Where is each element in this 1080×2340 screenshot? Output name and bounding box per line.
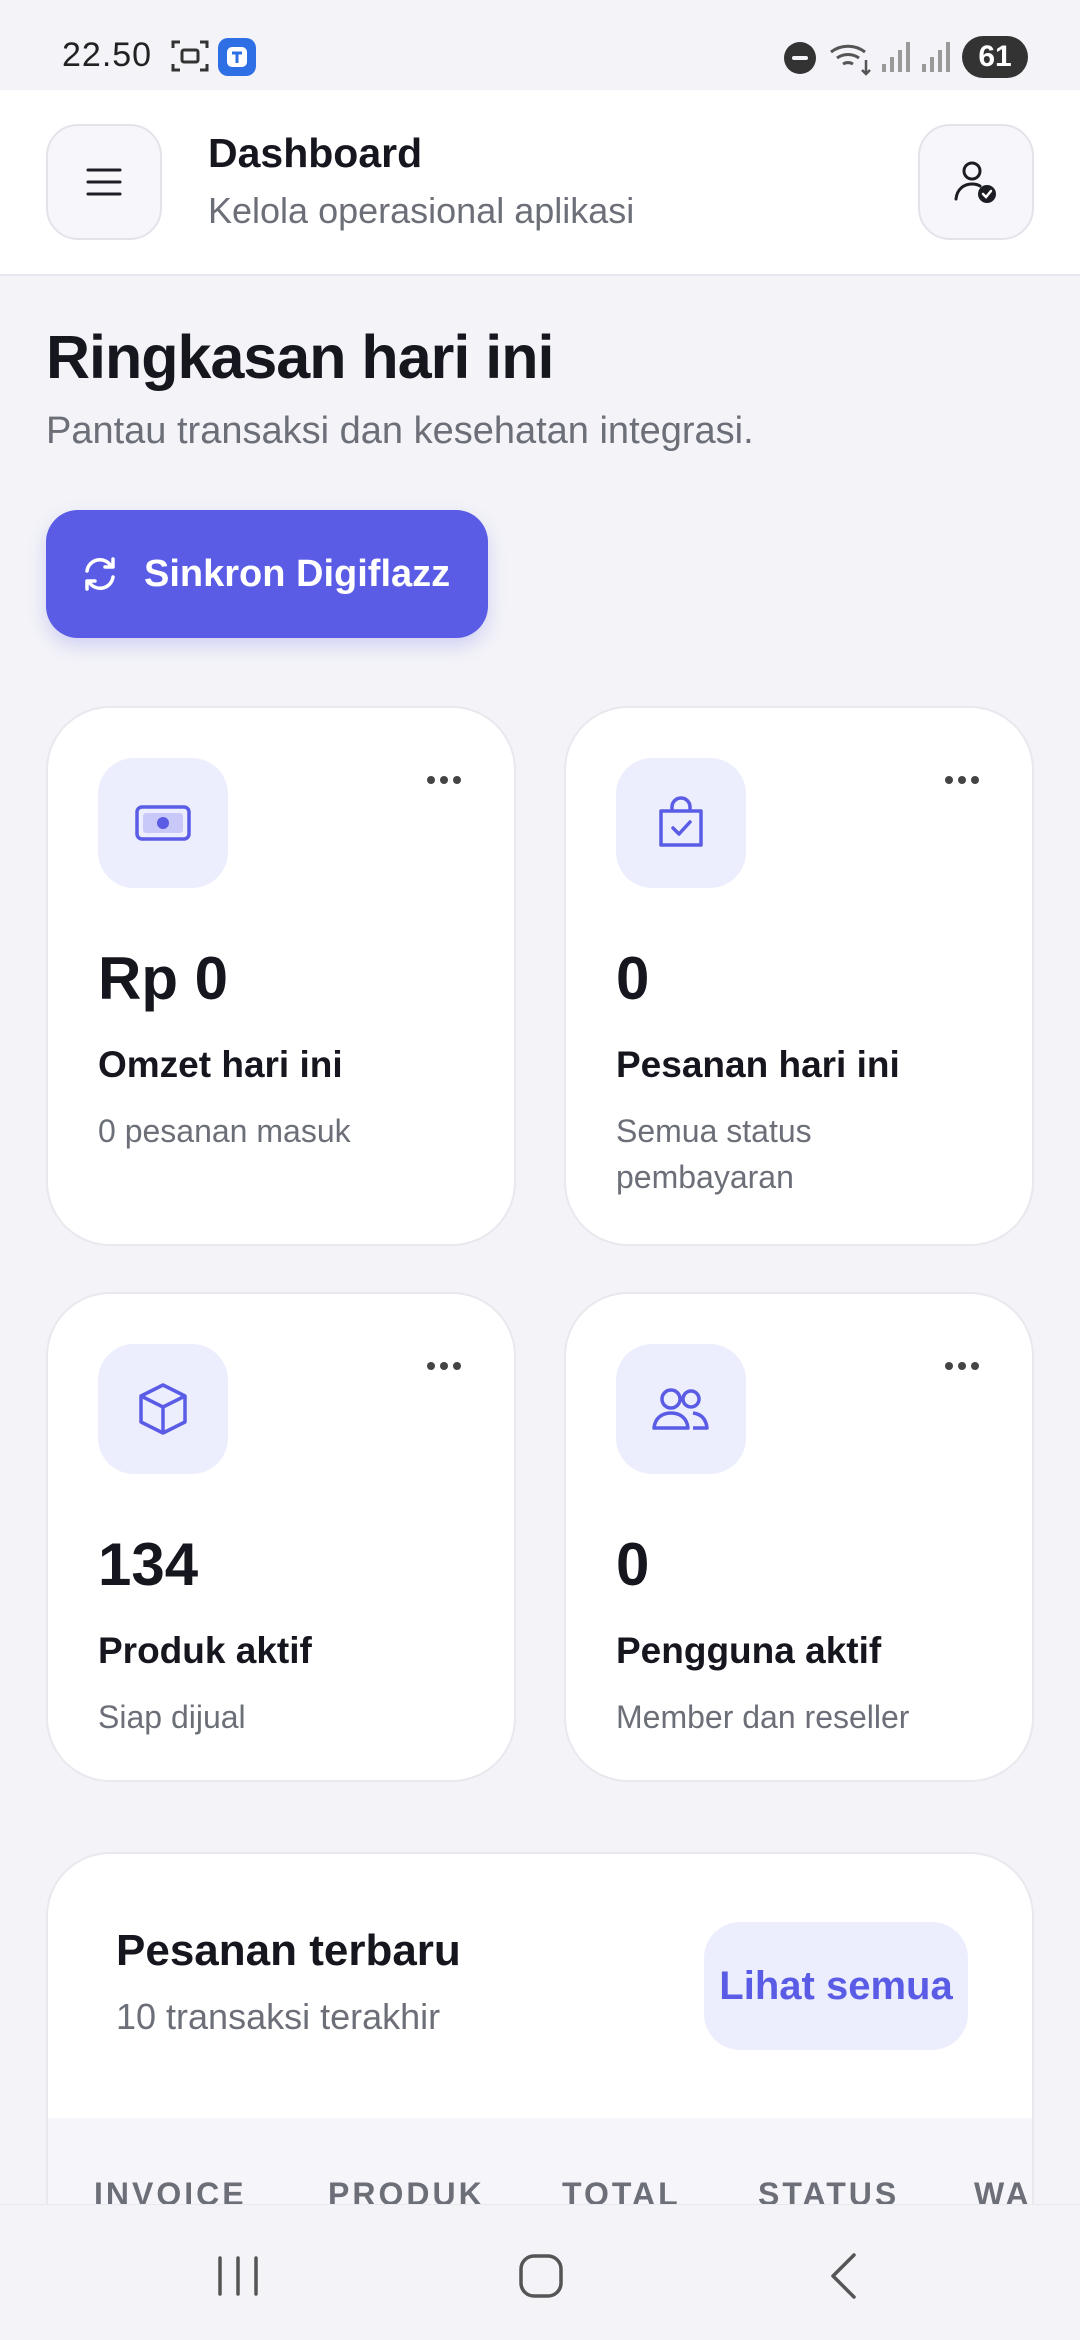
sync-button-label: Sinkron Digiflazz [144,552,451,595]
stat-icon-tile [98,1344,228,1474]
box-icon [139,1383,187,1435]
hamburger-menu-icon [86,168,122,196]
stat-label: Pengguna aktif [616,1630,882,1671]
back-icon[interactable] [826,2251,860,2301]
signal-icon [922,42,950,72]
status-bar: 22.50 61 [0,0,1080,90]
view-all-button[interactable]: Lihat semua [704,1922,968,2050]
more-options-icon[interactable] [426,1360,462,1372]
sync-digiflazz-button[interactable]: Sinkron Digiflazz [46,510,488,638]
summary-subtitle: Pantau transaksi dan kesehatan integrasi… [46,410,754,452]
stat-card-users: 0 Pengguna aktif Member dan reseller [564,1292,1034,1782]
summary-title: Ringkasan hari ini [46,323,554,391]
app-header: Dashboard Kelola operasional aplikasi [0,90,1080,276]
shopping-bag-check-icon [659,796,703,847]
refresh-icon [85,557,115,591]
stat-note: 0 pesanan masuk [98,1113,351,1149]
menu-button[interactable] [46,124,162,240]
more-options-icon[interactable] [944,1360,980,1372]
stat-icon-tile [616,758,746,888]
stat-card-revenue: Rp 0 Omzet hari ini 0 pesanan masuk [46,706,516,1246]
stat-value: 0 [616,945,650,1012]
recent-apps-icon[interactable] [214,2255,262,2297]
stat-card-orders: 0 Pesanan hari ini Semua status pembayar… [564,706,1034,1246]
recent-orders-subtitle: 10 transaksi terakhir [116,1996,441,2037]
home-icon[interactable] [518,2253,564,2299]
page-subtitle: Kelola operasional aplikasi [208,190,635,231]
wifi-icon [830,44,871,76]
stat-label: Omzet hari ini [98,1044,343,1085]
stat-label: Produk aktif [98,1630,312,1671]
banknote-icon [135,805,191,841]
stat-value: Rp 0 [98,945,229,1012]
screenshot-icon [171,40,209,72]
stat-icon-tile [616,1344,746,1474]
stat-note: Siap dijual [98,1699,246,1735]
stat-icon-tile [98,758,228,888]
users-icon [652,1388,709,1430]
signal-icon [882,42,910,72]
do-not-disturb-icon [784,42,816,74]
stat-value: 134 [98,1531,199,1598]
system-navigation-bar [0,2204,1080,2340]
app-notification-icon [218,38,256,76]
more-options-icon[interactable] [426,774,462,786]
recent-orders-title: Pesanan terbaru [116,1926,461,1975]
stat-note: Semua status pembayaran [616,1113,812,1195]
stat-value: 0 [616,1531,650,1598]
more-options-icon[interactable] [944,774,980,786]
stat-note: Member dan reseller [616,1699,910,1735]
profile-button[interactable] [918,124,1034,240]
page-title: Dashboard [208,130,423,176]
battery-indicator: 61 [962,36,1028,78]
user-check-icon [954,161,996,203]
stat-card-products: 134 Produk aktif Siap dijual [46,1292,516,1782]
status-time: 22.50 [62,36,153,74]
stat-label: Pesanan hari ini [616,1044,900,1085]
